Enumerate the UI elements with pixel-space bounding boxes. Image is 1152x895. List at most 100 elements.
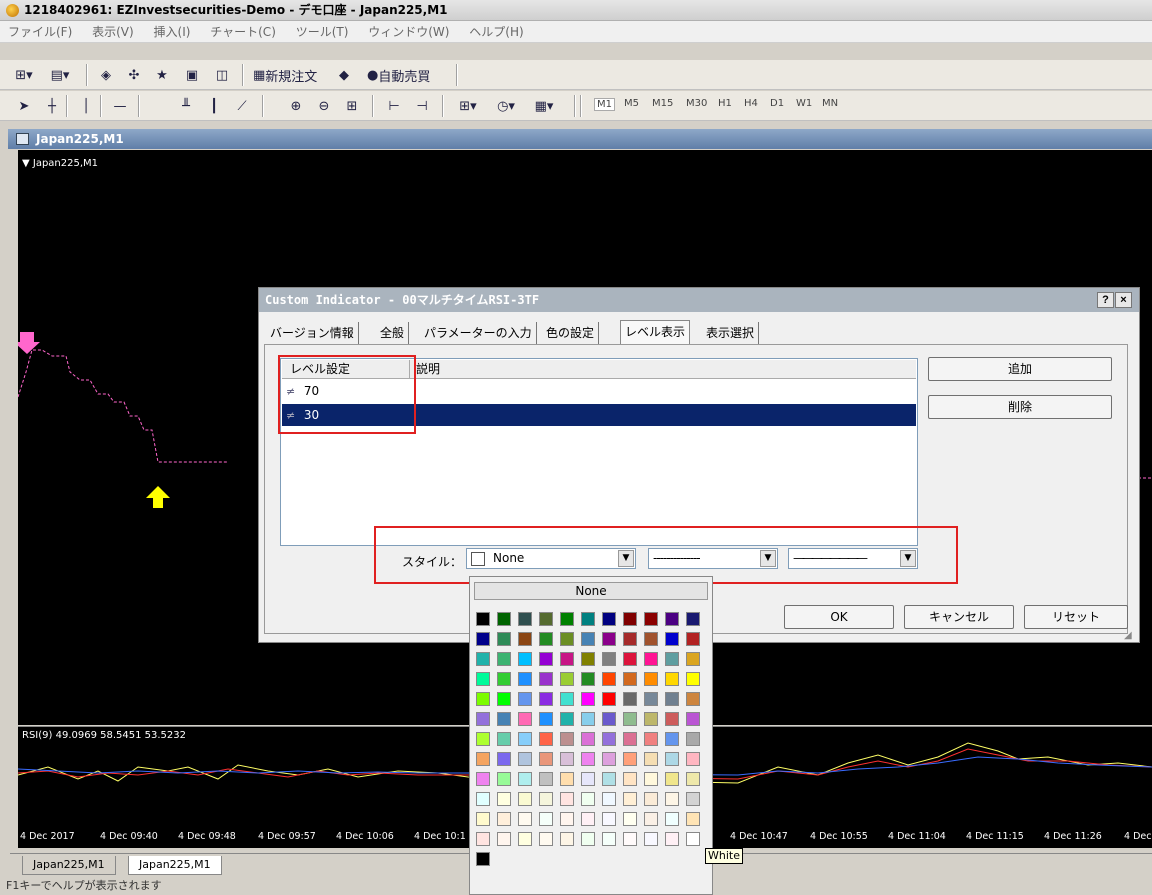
color-swatch[interactable] xyxy=(686,752,700,766)
color-swatch[interactable] xyxy=(476,612,490,626)
color-swatch[interactable] xyxy=(518,692,532,706)
color-swatch[interactable] xyxy=(518,772,532,786)
color-swatch[interactable] xyxy=(581,652,595,666)
periods-icon[interactable]: ◷▾ xyxy=(496,96,516,116)
color-swatch[interactable] xyxy=(686,612,700,626)
color-swatch[interactable] xyxy=(476,852,490,866)
color-swatch[interactable] xyxy=(560,652,574,666)
menu-help[interactable]: ヘルプ(H) xyxy=(461,21,531,43)
chart-shift-icon[interactable]: ⊢ xyxy=(384,96,404,116)
color-swatch[interactable] xyxy=(518,672,532,686)
color-swatch[interactable] xyxy=(560,632,574,646)
color-swatch[interactable] xyxy=(644,732,658,746)
color-swatch[interactable] xyxy=(665,692,679,706)
color-swatch[interactable] xyxy=(644,612,658,626)
line-chart-icon[interactable]: ⟋ xyxy=(232,96,252,116)
color-swatch[interactable] xyxy=(602,752,616,766)
color-swatch[interactable] xyxy=(497,672,511,686)
color-swatch[interactable] xyxy=(560,832,574,846)
color-swatch[interactable] xyxy=(560,712,574,726)
color-swatch[interactable] xyxy=(623,672,637,686)
color-swatch[interactable] xyxy=(497,812,511,826)
color-swatch[interactable] xyxy=(560,812,574,826)
color-swatch[interactable] xyxy=(518,632,532,646)
color-swatch[interactable] xyxy=(539,652,553,666)
color-swatch[interactable] xyxy=(560,672,574,686)
tab-inputs[interactable]: パラメーターの入力 xyxy=(420,322,537,344)
menu-chart[interactable]: チャート(C) xyxy=(202,21,284,43)
color-swatch[interactable] xyxy=(476,632,490,646)
tile-windows-icon[interactable]: ⊞ xyxy=(342,96,362,116)
color-swatch[interactable] xyxy=(476,672,490,686)
color-swatch[interactable] xyxy=(665,612,679,626)
color-swatch[interactable] xyxy=(644,712,658,726)
profiles-icon[interactable]: ▤▾ xyxy=(50,65,70,85)
color-swatch[interactable] xyxy=(560,792,574,806)
crosshair-icon[interactable]: ┼ xyxy=(42,96,62,116)
color-swatch[interactable] xyxy=(686,792,700,806)
new-chart-icon[interactable]: ⊞▾ xyxy=(14,65,34,85)
color-swatch[interactable] xyxy=(623,632,637,646)
color-swatch[interactable] xyxy=(623,652,637,666)
horizontal-line-icon[interactable]: — xyxy=(110,96,130,116)
color-swatch[interactable] xyxy=(644,832,658,846)
timeframe-w1[interactable]: W1 xyxy=(796,98,812,109)
color-swatch[interactable] xyxy=(602,652,616,666)
close-icon[interactable]: × xyxy=(1115,292,1132,308)
timeframe-m30[interactable]: M30 xyxy=(686,98,707,109)
menu-file[interactable]: ファイル(F) xyxy=(0,21,80,43)
chart-tab-2[interactable]: Japan225,M1 xyxy=(128,856,222,875)
bar-chart-icon[interactable]: ╨ xyxy=(176,96,196,116)
color-swatch[interactable] xyxy=(476,652,490,666)
color-swatch[interactable] xyxy=(623,812,637,826)
color-swatch[interactable] xyxy=(476,792,490,806)
color-swatch[interactable] xyxy=(560,692,574,706)
color-swatch[interactable] xyxy=(686,692,700,706)
data-window-icon[interactable]: ✣ xyxy=(124,65,144,85)
color-swatch[interactable] xyxy=(644,772,658,786)
meta-editor-icon[interactable]: ◆ xyxy=(334,65,354,85)
color-swatch[interactable] xyxy=(581,632,595,646)
color-swatch[interactable] xyxy=(476,832,490,846)
color-swatch[interactable] xyxy=(665,752,679,766)
menu-insert[interactable]: 挿入(I) xyxy=(146,21,199,43)
color-swatch[interactable] xyxy=(644,632,658,646)
color-swatch[interactable] xyxy=(497,752,511,766)
reset-button[interactable]: リセット xyxy=(1024,605,1128,629)
zoom-in-icon[interactable]: ⊕ xyxy=(286,96,306,116)
color-swatch[interactable] xyxy=(686,772,700,786)
column-description[interactable]: 説明 xyxy=(410,360,916,379)
color-swatch[interactable] xyxy=(623,692,637,706)
color-swatch[interactable] xyxy=(581,732,595,746)
color-swatch[interactable] xyxy=(560,732,574,746)
color-swatch[interactable] xyxy=(476,732,490,746)
color-swatch[interactable] xyxy=(644,752,658,766)
color-swatch[interactable] xyxy=(497,792,511,806)
color-swatch[interactable] xyxy=(581,812,595,826)
color-swatch[interactable] xyxy=(497,772,511,786)
color-swatch[interactable] xyxy=(497,732,511,746)
navigator-icon[interactable]: ★ xyxy=(152,65,172,85)
color-swatch[interactable] xyxy=(581,712,595,726)
color-swatch[interactable] xyxy=(581,832,595,846)
color-swatch[interactable] xyxy=(602,632,616,646)
color-swatch[interactable] xyxy=(602,772,616,786)
color-swatch[interactable] xyxy=(644,792,658,806)
tab-general[interactable]: 全般 xyxy=(376,322,410,344)
auto-scroll-icon[interactable]: ⊣ xyxy=(412,96,432,116)
color-swatch[interactable] xyxy=(518,732,532,746)
strategy-tester-icon[interactable]: ◫ xyxy=(212,65,232,85)
color-swatch[interactable] xyxy=(539,612,553,626)
chart-tab-1[interactable]: Japan225,M1 xyxy=(22,856,116,875)
color-swatch[interactable] xyxy=(644,672,658,686)
tab-version-info[interactable]: バージョン情報 xyxy=(266,322,359,344)
color-swatch[interactable] xyxy=(644,652,658,666)
color-swatch[interactable] xyxy=(623,752,637,766)
templates-icon[interactable]: ▦▾ xyxy=(534,96,554,116)
color-swatch[interactable] xyxy=(665,772,679,786)
color-swatch[interactable] xyxy=(623,612,637,626)
color-swatch[interactable] xyxy=(497,832,511,846)
color-swatch[interactable] xyxy=(539,752,553,766)
color-swatch[interactable] xyxy=(602,692,616,706)
menu-window[interactable]: ウィンドウ(W) xyxy=(360,21,457,43)
